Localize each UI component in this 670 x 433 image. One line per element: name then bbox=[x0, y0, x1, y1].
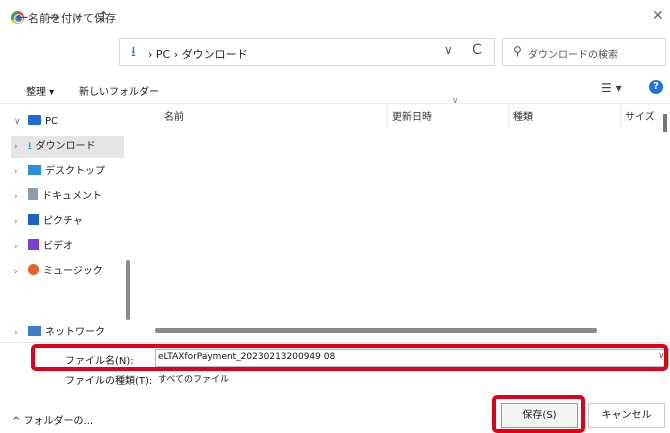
search-icon: ⚲ bbox=[513, 44, 522, 58]
chevron-icon: ∨ bbox=[14, 117, 21, 127]
chevron-icon: › bbox=[14, 242, 18, 252]
document-icon bbox=[28, 188, 38, 200]
view-options-icon[interactable]: ☰ ▾ bbox=[601, 81, 622, 95]
sidebar-item-label: ダウンロード bbox=[35, 141, 96, 152]
chevron-icon: › bbox=[14, 142, 18, 152]
chevron-icon: › bbox=[14, 328, 18, 338]
chevron-down-icon[interactable]: ∨ bbox=[444, 43, 453, 57]
sidebar-item-documents[interactable]: › ドキュメント bbox=[14, 186, 131, 208]
download-arrow-icon: ⭳ bbox=[131, 44, 136, 60]
highlight-box-filename bbox=[31, 344, 668, 371]
horizontal-scrollbar[interactable] bbox=[155, 328, 597, 333]
sidebar-scroll-thumb[interactable] bbox=[126, 260, 130, 320]
sidebar-item-videos[interactable]: › ビデオ bbox=[14, 236, 131, 258]
column-divider[interactable] bbox=[387, 104, 388, 128]
sidebar-item-pictures[interactable]: › ピクチャ bbox=[14, 211, 131, 233]
sidebar-item-desktop[interactable]: › デスクトップ bbox=[14, 161, 131, 183]
sidebar-item-label: ドキュメント bbox=[42, 191, 102, 202]
vertical-scroll-thumb[interactable] bbox=[663, 114, 667, 132]
hide-folders-toggle[interactable]: ^ フォルダーの... bbox=[12, 412, 93, 427]
recent-locations-button[interactable]: ∨ bbox=[74, 12, 81, 23]
sidebar-item-label: ネットワーク bbox=[45, 327, 105, 338]
chevron-icon: › bbox=[14, 217, 18, 227]
sidebar-item-label: ピクチャ bbox=[43, 216, 83, 227]
cancel-button[interactable]: キャンセル bbox=[588, 403, 665, 428]
column-header-name[interactable]: 名前 bbox=[164, 108, 184, 123]
column-header-type[interactable]: 種類 bbox=[513, 108, 533, 123]
filetype-value[interactable]: すべてのファイル bbox=[158, 372, 229, 385]
close-icon[interactable]: ✕ bbox=[652, 8, 664, 24]
sidebar-item-pc[interactable]: ∨ PC bbox=[14, 111, 131, 133]
video-icon bbox=[28, 239, 39, 250]
highlight-box-save bbox=[492, 395, 585, 433]
column-header-date[interactable]: 更新日時 bbox=[392, 108, 432, 123]
picture-icon bbox=[28, 214, 39, 225]
up-button[interactable]: ↑ bbox=[97, 8, 110, 26]
filetype-label: ファイルの種類(T): bbox=[65, 376, 153, 387]
chevron-icon: › bbox=[14, 192, 18, 202]
column-divider[interactable] bbox=[620, 104, 621, 128]
new-folder-button[interactable]: 新しいフォルダー bbox=[79, 83, 159, 98]
sidebar-item-label: ビデオ bbox=[43, 241, 73, 252]
pc-icon bbox=[28, 115, 41, 125]
sidebar-item-downloads[interactable]: › ⭳ ダウンロード bbox=[11, 136, 124, 158]
help-icon[interactable]: ? bbox=[649, 80, 663, 94]
sidebar-item-music[interactable]: › ミュージック bbox=[14, 261, 131, 283]
refresh-button[interactable]: C bbox=[472, 42, 482, 58]
network-icon bbox=[28, 326, 41, 336]
sidebar-item-label: ミュージック bbox=[43, 266, 103, 277]
back-button[interactable]: ← bbox=[16, 8, 29, 26]
desktop-icon bbox=[28, 165, 41, 175]
organize-menu[interactable]: 整理 ▾ bbox=[26, 83, 54, 98]
search-placeholder: ダウンロードの検索 bbox=[528, 50, 618, 61]
sidebar-item-label: デスクトップ bbox=[45, 166, 105, 177]
music-icon bbox=[28, 264, 39, 275]
download-arrow-icon: ⭳ bbox=[28, 141, 32, 152]
filetype-select[interactable] bbox=[155, 370, 669, 386]
file-list[interactable] bbox=[133, 104, 670, 342]
column-divider[interactable] bbox=[508, 104, 509, 128]
sidebar-item-label: PC bbox=[45, 116, 59, 127]
chevron-icon: › bbox=[14, 167, 18, 177]
breadcrumb[interactable]: › PC › ダウンロード bbox=[148, 46, 248, 62]
forward-button[interactable]: → bbox=[47, 8, 60, 26]
chevron-icon: › bbox=[14, 267, 18, 277]
column-header-size[interactable]: サイズ bbox=[625, 108, 661, 123]
sidebar-item-network[interactable]: › ネットワーク bbox=[14, 326, 131, 340]
sort-chevron-icon: ∨ bbox=[452, 96, 459, 106]
